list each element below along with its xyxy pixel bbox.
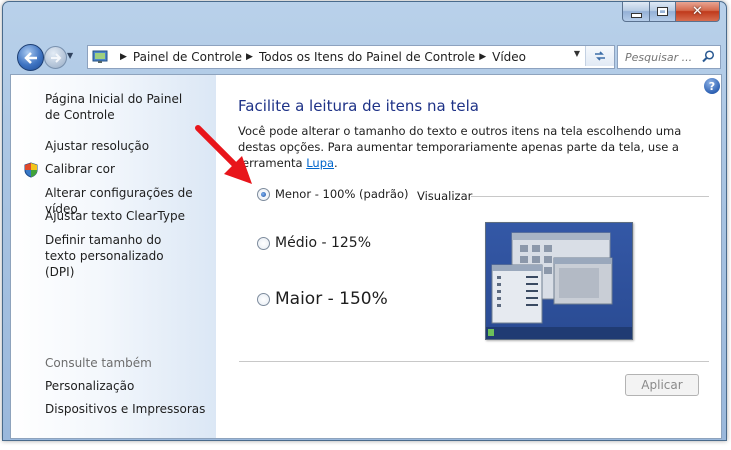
maximize-icon: [657, 7, 668, 16]
preview-desktop-illustration: [486, 232, 632, 339]
description-text: Você pode alterar o tamanho do texto e o…: [238, 124, 682, 170]
help-button[interactable]: ?: [704, 78, 720, 94]
sidebar-home-link[interactable]: Página Inicial do Painel de Controle: [45, 91, 195, 123]
minimize-button[interactable]: [622, 2, 650, 22]
sidebar-item-calibrar-cor[interactable]: Calibrar cor: [45, 161, 115, 177]
address-dropdown-icon[interactable]: ▼: [574, 49, 580, 58]
search-input[interactable]: [623, 47, 699, 67]
magnifier-link[interactable]: Lupa: [306, 156, 334, 170]
option-large[interactable]: Maior - 150%: [257, 289, 388, 309]
option-small[interactable]: Menor - 100% (padrão): [257, 187, 408, 201]
minimize-icon: [630, 12, 642, 18]
option-medium-label[interactable]: Médio - 125%: [275, 235, 371, 251]
breadcrumb-display[interactable]: Vídeo: [492, 50, 526, 64]
breadcrumb-separator-icon: ▶: [120, 52, 127, 62]
refresh-icon: [595, 51, 605, 61]
control-panel-icon: [92, 50, 108, 63]
option-small-label[interactable]: Menor - 100% (padrão): [275, 187, 408, 201]
page-title: Facilite a leitura de itens na tela: [238, 97, 479, 115]
breadcrumb-all-items[interactable]: Todos os Itens do Painel de Controle: [259, 50, 475, 64]
refresh-button[interactable]: [585, 46, 614, 66]
uac-shield-icon: [24, 162, 38, 178]
breadcrumb-separator-icon[interactable]: ▶: [479, 52, 486, 62]
option-medium[interactable]: Médio - 125%: [257, 235, 371, 251]
display-preview-image: [485, 222, 633, 340]
breadcrumb-control-panel[interactable]: Painel de Controle: [133, 50, 242, 64]
sidebar-item-personalizacao[interactable]: Personalização: [45, 378, 134, 394]
address-bar[interactable]: ▶ Painel de Controle ▶ Todos os Itens do…: [87, 45, 615, 69]
control-panel-window: ✕ ▼ ▶ Painel de Controle ▶ Todos os Iten…: [2, 1, 727, 441]
back-arrow-icon: [23, 51, 37, 64]
client-area: Página Inicial do Painel de Controle Aju…: [10, 74, 722, 439]
radio-medium[interactable]: [257, 236, 270, 250]
apply-button-label: Aplicar: [641, 378, 683, 392]
caption-buttons: ✕: [622, 2, 720, 22]
preview-divider: [471, 196, 709, 197]
page-description: Você pode alterar o tamanho do texto e o…: [238, 123, 693, 171]
search-icon[interactable]: [702, 50, 715, 63]
red-annotation-arrow: [195, 125, 252, 184]
recent-pages-dropdown[interactable]: ▼: [67, 51, 77, 61]
forward-button[interactable]: [44, 46, 67, 69]
sidebar-item-ajustar-resolucao[interactable]: Ajustar resolução: [45, 138, 149, 154]
forward-arrow-icon: [50, 52, 61, 63]
radio-large[interactable]: [257, 292, 270, 306]
see-also-header: Consulte também: [45, 356, 152, 370]
apply-button[interactable]: Aplicar: [625, 374, 699, 396]
close-button[interactable]: ✕: [676, 2, 720, 22]
maximize-button[interactable]: [650, 2, 676, 22]
close-icon: ✕: [692, 4, 703, 19]
option-large-label[interactable]: Maior - 150%: [275, 289, 388, 309]
sidebar: Página Inicial do Painel de Controle Aju…: [11, 75, 216, 438]
back-button[interactable]: [17, 44, 44, 71]
sidebar-item-dispositivos[interactable]: Dispositivos e Impressoras: [45, 401, 205, 417]
sidebar-item-dpi[interactable]: Definir tamanho do texto personalizado (…: [45, 232, 195, 280]
breadcrumb-separator-icon[interactable]: ▶: [246, 52, 253, 62]
radio-small[interactable]: [257, 187, 270, 201]
description-end: .: [334, 156, 338, 170]
bottom-divider: [239, 361, 709, 362]
preview-label: Visualizar: [417, 189, 473, 203]
search-box[interactable]: [617, 45, 721, 69]
sidebar-item-cleartype[interactable]: Ajustar texto ClearType: [45, 208, 185, 224]
help-icon: ?: [708, 79, 716, 93]
